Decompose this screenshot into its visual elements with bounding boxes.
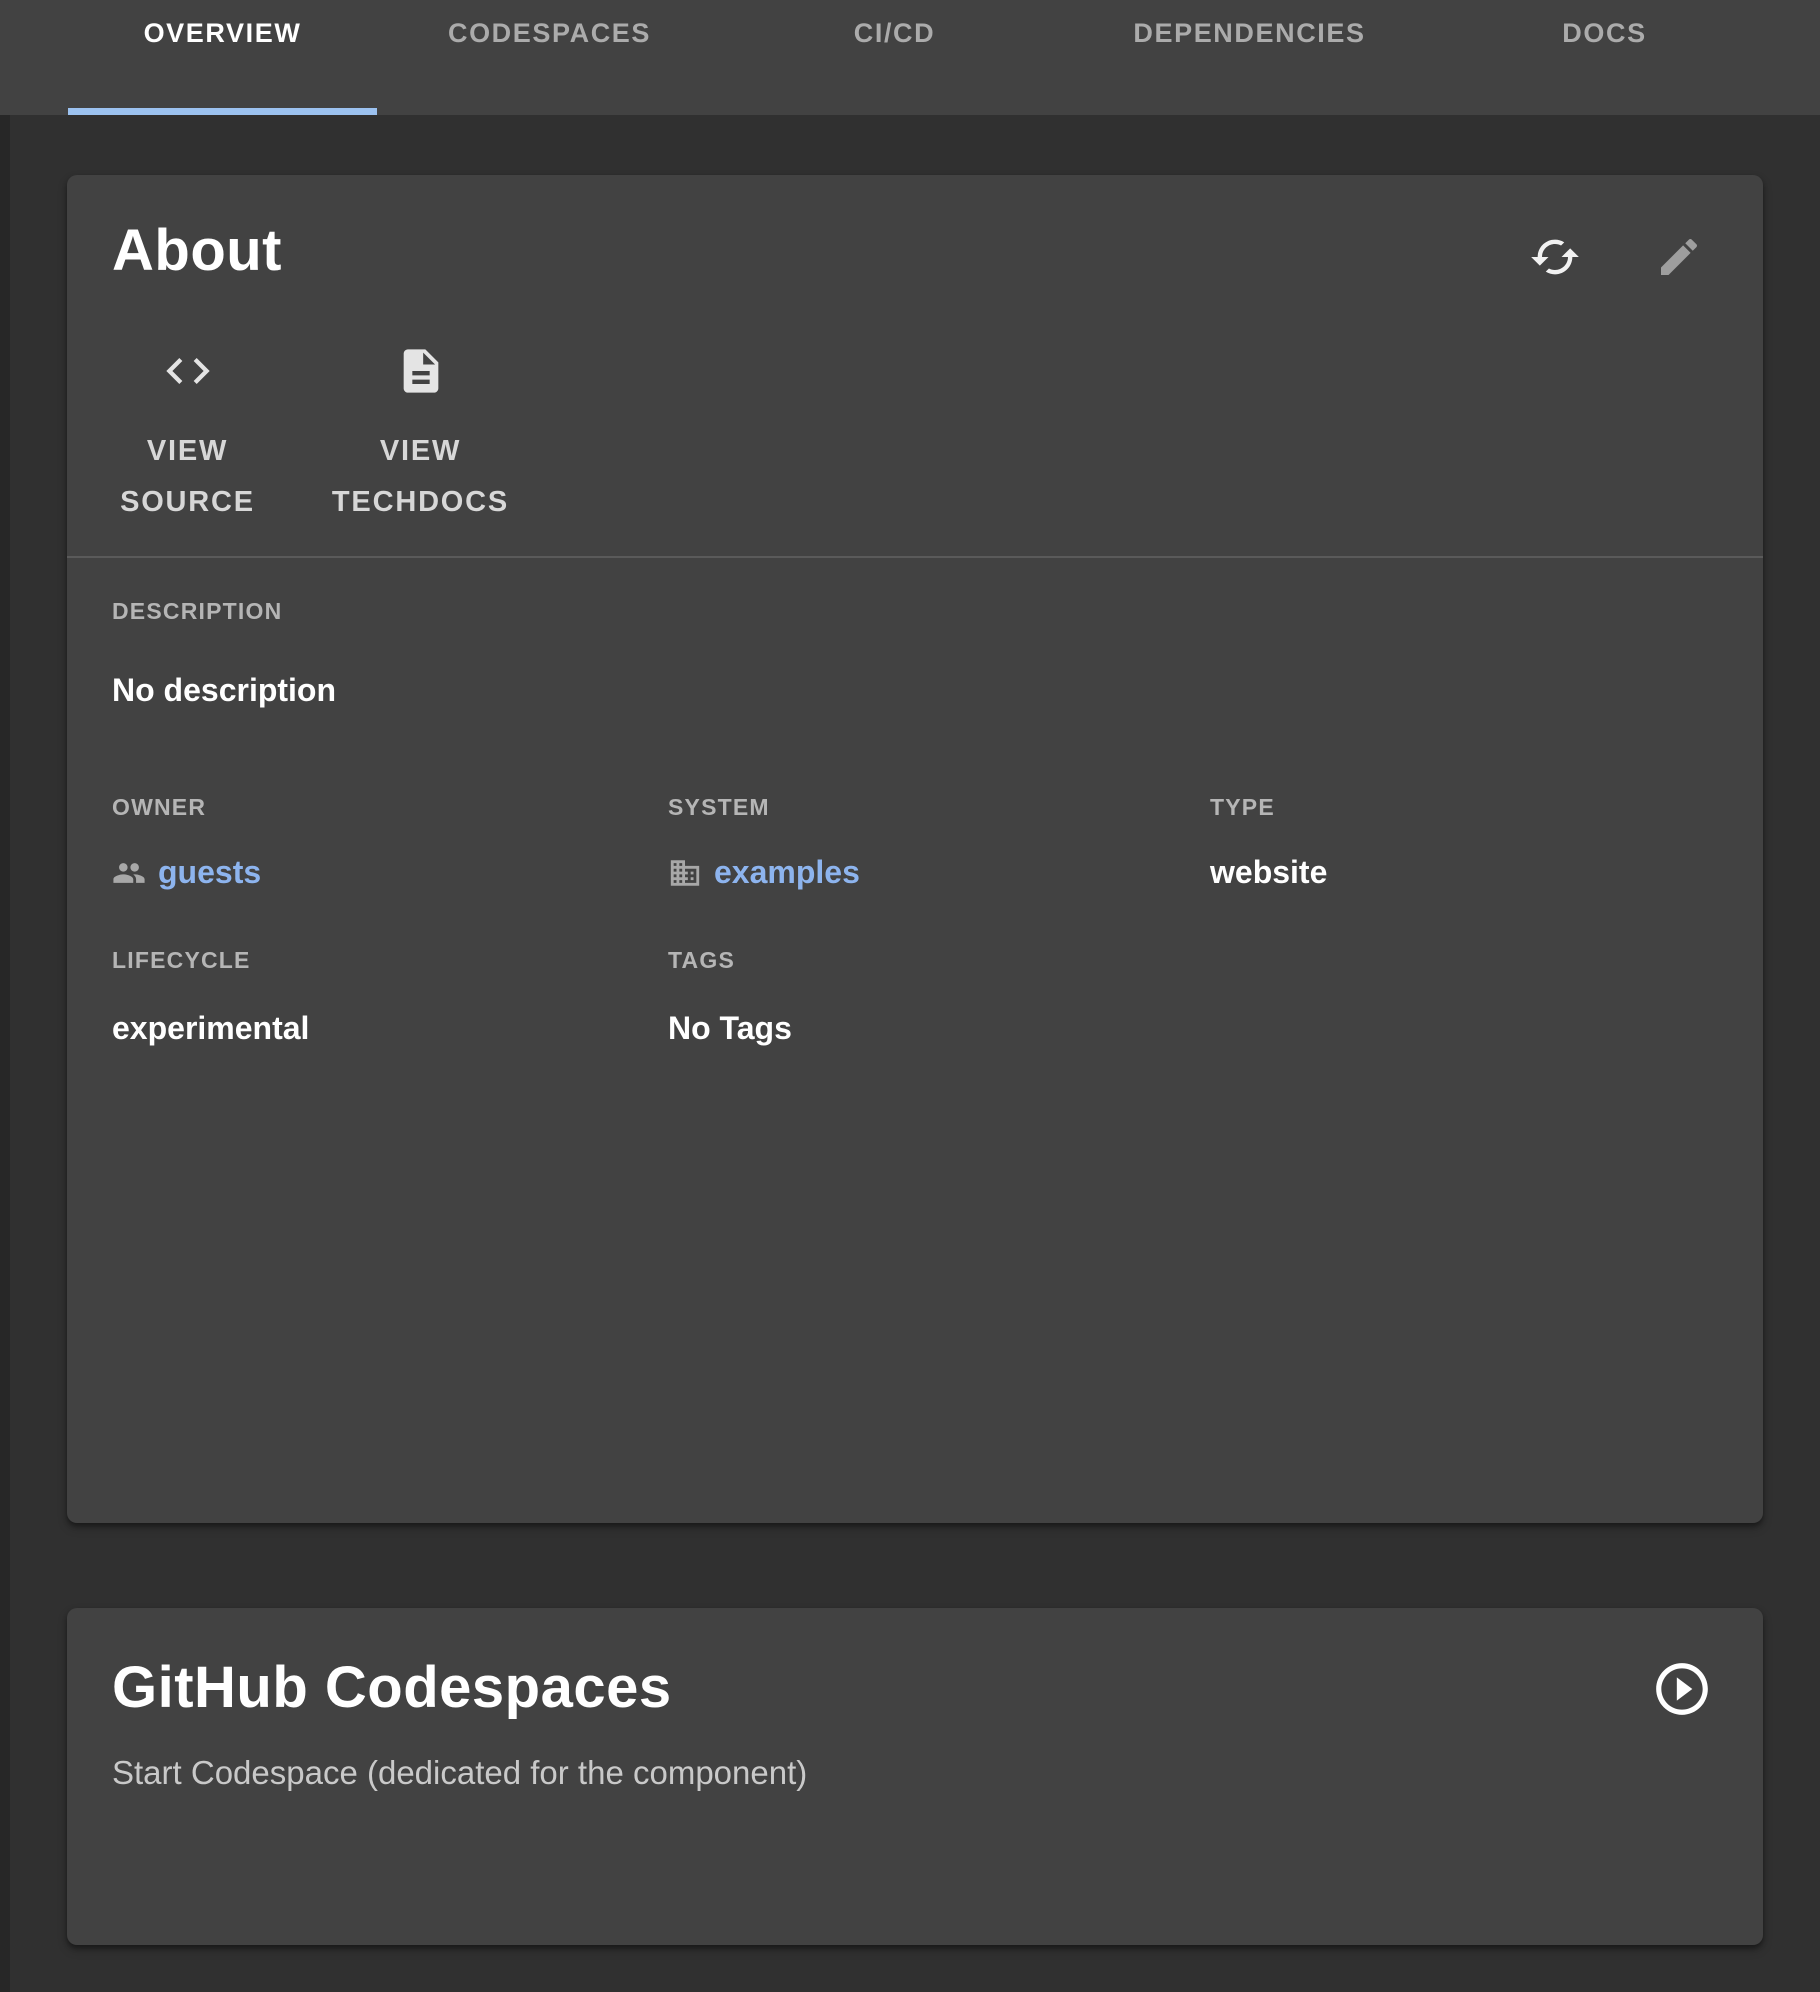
tab-ci-cd[interactable]: CI/CD [722, 0, 1067, 115]
tags-label: TAGS [668, 947, 735, 974]
system-value: examples [668, 854, 860, 891]
page-left-edge [0, 115, 10, 1992]
tab-dependencies[interactable]: DEPENDENCIES [1067, 0, 1432, 115]
system-link-examples[interactable]: examples [668, 854, 860, 891]
owner-link-label: guests [158, 854, 261, 891]
description-label: DESCRIPTION [112, 598, 282, 625]
system-label: SYSTEM [668, 794, 770, 821]
tab-docs[interactable]: DOCS [1432, 0, 1777, 115]
docs-icon [395, 345, 447, 400]
code-icon [162, 345, 214, 400]
codespaces-card-subtitle: Start Codespace (dedicated for the compo… [112, 1754, 807, 1792]
codespaces-card-title: GitHub Codespaces [112, 1654, 672, 1722]
refresh-icon [1529, 231, 1581, 283]
play-circle-icon [1651, 1658, 1713, 1720]
edit-icon [1655, 233, 1703, 281]
owner-label: OWNER [112, 794, 206, 821]
owner-link-guests[interactable]: guests [112, 854, 261, 891]
description-value: No description [112, 672, 336, 709]
owner-value: guests [112, 854, 261, 891]
type-label: TYPE [1210, 794, 1275, 821]
view-techdocs-button[interactable]: VIEW TECHDOCS [323, 345, 518, 528]
view-techdocs-label: VIEW TECHDOCS [323, 426, 518, 528]
view-source-button[interactable]: VIEW SOURCE [95, 345, 280, 528]
type-value: website [1210, 854, 1327, 891]
refresh-button[interactable] [1529, 231, 1581, 283]
view-source-label: VIEW SOURCE [95, 426, 280, 528]
domain-icon [668, 856, 702, 890]
github-codespaces-card: GitHub Codespaces Start Codespace (dedic… [67, 1608, 1763, 1945]
tab-list: OVERVIEW CODESPACES CI/CD DEPENDENCIES D… [0, 0, 1820, 115]
tab-codespaces[interactable]: CODESPACES [377, 0, 722, 115]
lifecycle-label: LIFECYCLE [112, 947, 251, 974]
active-tab-indicator [68, 108, 377, 115]
about-card-title: About [112, 217, 282, 285]
tags-value: No Tags [668, 1010, 792, 1047]
entity-tab-bar: OVERVIEW CODESPACES CI/CD DEPENDENCIES D… [0, 0, 1820, 115]
start-codespace-button[interactable] [1651, 1658, 1713, 1720]
tab-overview[interactable]: OVERVIEW [68, 0, 377, 115]
about-card: About VIEW SOURCE VIEW TECHDOCS DESCRIPT… [67, 175, 1763, 1523]
people-icon [112, 856, 146, 890]
system-link-label: examples [714, 854, 860, 891]
edit-button[interactable] [1655, 233, 1703, 281]
about-card-divider [67, 556, 1763, 558]
lifecycle-value: experimental [112, 1010, 309, 1047]
